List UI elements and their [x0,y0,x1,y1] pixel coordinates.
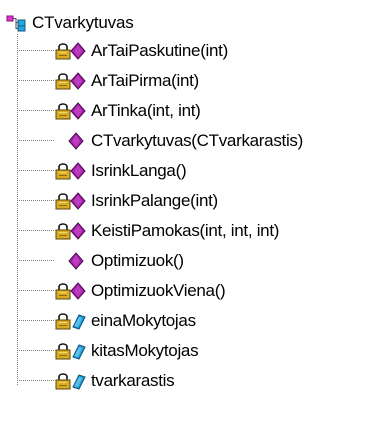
tree-branch-line [17,260,54,261]
protected-method-icon [55,282,86,300]
tree-item-optimizuok[interactable]: Optimizuok() [0,246,367,276]
tree-item-isrinklanga[interactable]: IsrinkLanga() [0,156,367,186]
member-label: IsrinkPalange(int) [91,191,218,210]
tree-item-constructor[interactable]: CTvarkytuvas(CTvarkarastis) [0,126,367,156]
tree-branch-line [17,290,54,291]
protected-field-icon [55,343,86,360]
tree-branch-line [17,380,54,381]
member-label: IsrinkLanga() [91,161,187,180]
class-icon [6,15,26,32]
tree-branch-line [17,170,54,171]
tree-item-einamokytojas[interactable]: einaMokytojas [0,306,367,336]
protected-method-icon [55,162,86,180]
member-label: ArTaiPirma(int) [91,71,199,90]
tree-root-ctvarkytuvas[interactable]: CTvarkytuvas [6,11,134,35]
tree-branch-line [17,110,54,111]
tree-item-artaipaskutine[interactable]: ArTaiPaskutine(int) [0,36,367,66]
tree-branch-line [17,140,54,141]
tree-branch-line [17,230,54,231]
member-label: tvarkarastis [91,371,175,390]
public-method-icon [68,132,84,150]
member-label: kitasMokytojas [91,341,199,360]
tree-item-keistipamokas[interactable]: KeistiPamokas(int, int, int) [0,216,367,246]
tree-branch-line [17,320,54,321]
member-label: OptimizuokViena() [91,281,226,300]
member-label: ArTinka(int, int) [91,101,201,120]
public-method-icon [68,252,84,270]
tree-branch-line [17,80,54,81]
protected-field-icon [55,373,86,390]
tree-branch-line [17,350,54,351]
tree-branch-line [17,50,54,51]
member-label: Optimizuok() [91,251,184,270]
member-label: einaMokytojas [91,311,196,330]
protected-method-icon [55,42,86,60]
member-label: ArTaiPaskutine(int) [91,41,228,60]
tree-item-artinka[interactable]: ArTinka(int, int) [0,96,367,126]
tree-item-tvarkarastis[interactable]: tvarkarastis [0,366,367,396]
class-name: CTvarkytuvas [32,13,134,32]
protected-method-icon [55,102,86,120]
protected-method-icon [55,72,86,90]
protected-method-icon [55,192,86,210]
tree-item-isrinkpalange[interactable]: IsrinkPalange(int) [0,186,367,216]
protected-method-icon [55,222,86,240]
tree-branch-line [17,200,54,201]
member-list: ArTaiPaskutine(int) ArTaiPirma(int) ArTi… [0,36,367,396]
member-label: KeistiPamokas(int, int, int) [91,221,280,240]
member-label: CTvarkytuvas(CTvarkarastis) [91,131,303,150]
tree-item-artaipirma[interactable]: ArTaiPirma(int) [0,66,367,96]
class-tree: CTvarkytuvas ArTaiPaskutine(int) ArTaiPi… [0,0,367,421]
tree-item-kitasmokytojas[interactable]: kitasMokytojas [0,336,367,366]
tree-item-optimizuokviena[interactable]: OptimizuokViena() [0,276,367,306]
protected-field-icon [55,313,86,330]
